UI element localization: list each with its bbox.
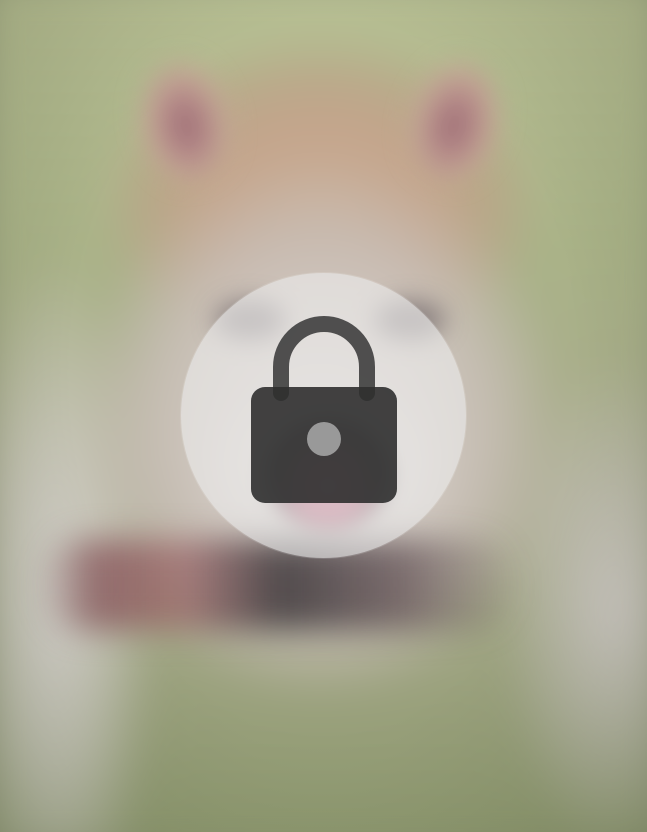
unlock-button[interactable] [181,273,466,558]
locked-media-viewer [0,0,647,832]
lock-icon [251,316,397,503]
blurred-photo-detail [40,540,520,630]
